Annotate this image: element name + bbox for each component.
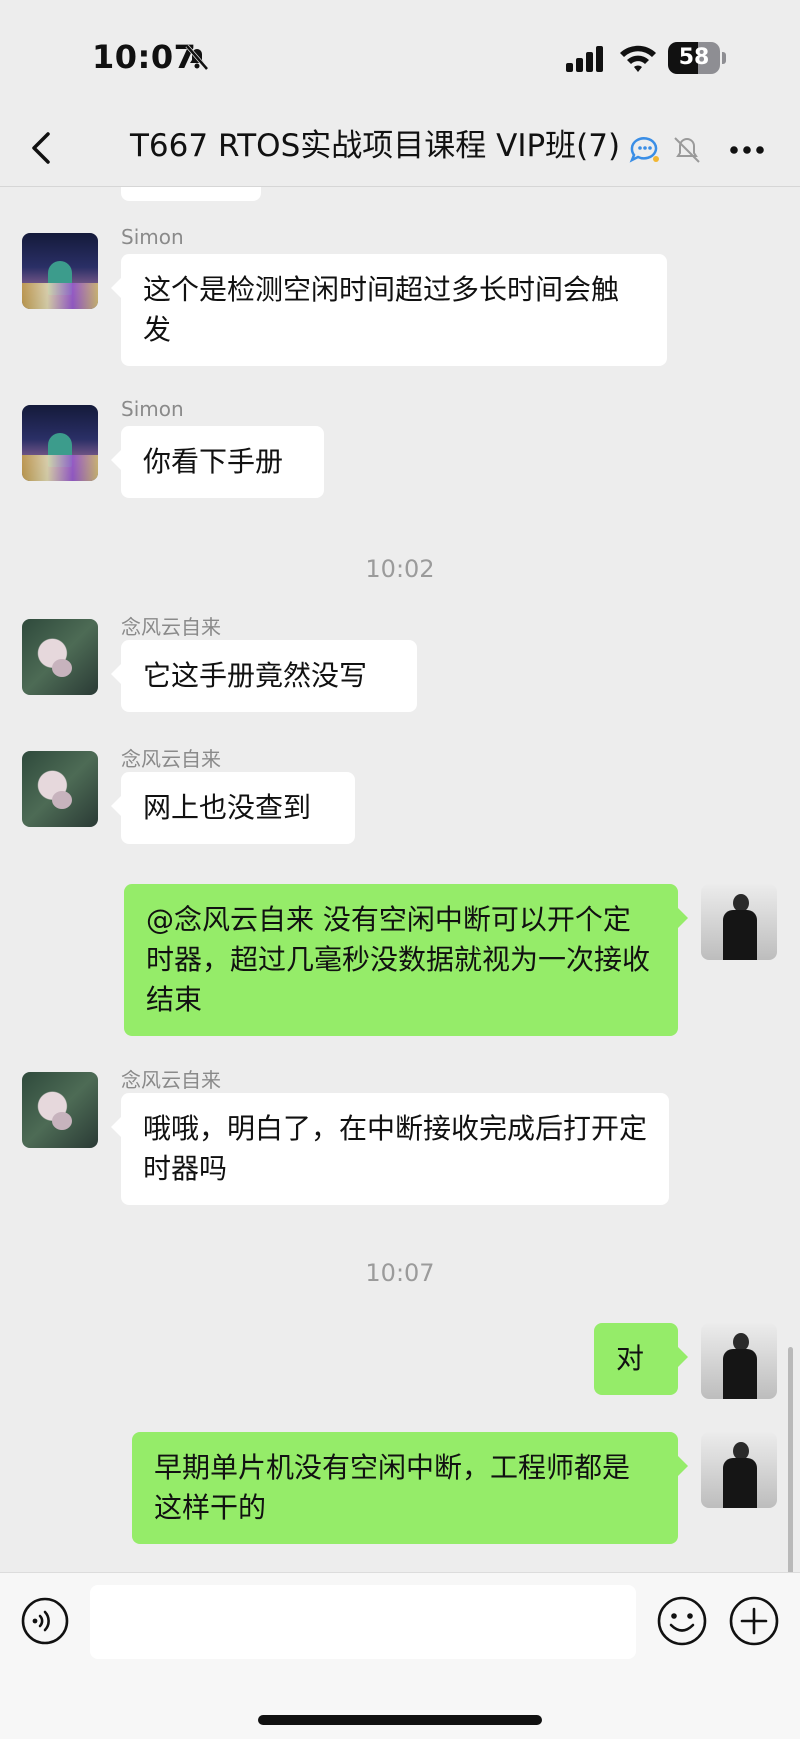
avatar[interactable] (701, 1323, 777, 1399)
muted-bell-icon (674, 137, 700, 163)
timestamp: 10:07 (365, 1259, 435, 1287)
avatar[interactable] (22, 619, 98, 695)
bell-slash-icon (185, 44, 209, 71)
avatar[interactable] (701, 884, 777, 960)
message-bubble[interactable]: 早期单片机没有空闲中断，工程师都是这样干的 (132, 1432, 688, 1544)
battery-level: 58 (678, 45, 710, 70)
avatar[interactable] (22, 1072, 98, 1148)
input-bar (0, 1572, 800, 1739)
sender-name: 念风云自来 (121, 615, 221, 639)
battery-body: 58 (668, 42, 720, 74)
sender-name: Simon (121, 225, 184, 249)
emoji-icon[interactable] (656, 1595, 708, 1647)
previous-message-bubble (121, 187, 261, 201)
battery-cap (722, 52, 726, 64)
message-bubble[interactable]: 网上也没查到 (111, 772, 355, 844)
scrollbar[interactable] (788, 1347, 793, 1572)
timestamp: 10:02 (365, 555, 435, 583)
message-bubble[interactable]: 对 (594, 1323, 688, 1395)
message-bubble[interactable]: 你看下手册 (111, 426, 324, 498)
avatar[interactable] (701, 1432, 777, 1508)
avatar[interactable] (22, 233, 98, 309)
message-list[interactable]: Simon 这个是检测空闲时间超过多长时间会触发 Simon 你看下手册 10:… (0, 187, 800, 1572)
chat-title: T667 RTOS实战项目课程 VIP班(7) (130, 128, 621, 164)
plus-icon[interactable] (728, 1595, 780, 1647)
back-chevron-icon[interactable] (22, 124, 66, 172)
cellular-signal-icon (566, 46, 603, 72)
more-icon[interactable] (722, 130, 772, 170)
group-chat-icon (629, 137, 659, 163)
status-time: 10:07 (92, 38, 197, 76)
chat-header: T667 RTOS实战项目课程 VIP班(7) (0, 110, 800, 187)
home-indicator[interactable] (258, 1715, 542, 1725)
message-input[interactable] (90, 1585, 636, 1659)
voice-icon[interactable] (20, 1596, 70, 1646)
message-bubble[interactable]: @念风云自来 没有空闲中断可以开个定时器，超过几毫秒没数据就视为一次接收结束 (124, 884, 688, 1036)
message-bubble[interactable]: 哦哦，明白了，在中断接收完成后打开定时器吗 (111, 1093, 669, 1205)
message-bubble[interactable]: 这个是检测空闲时间超过多长时间会触发 (111, 254, 667, 366)
status-bar: 10:07 58 (0, 0, 800, 110)
sender-name: 念风云自来 (121, 1068, 221, 1092)
battery-icon: 58 (668, 42, 726, 74)
sender-name: 念风云自来 (121, 747, 221, 771)
sender-name: Simon (121, 397, 184, 421)
group-status-icons (629, 137, 700, 163)
wifi-icon (620, 45, 656, 72)
avatar[interactable] (22, 751, 98, 827)
message-bubble[interactable]: 它这手册竟然没写 (111, 640, 417, 712)
avatar[interactable] (22, 405, 98, 481)
